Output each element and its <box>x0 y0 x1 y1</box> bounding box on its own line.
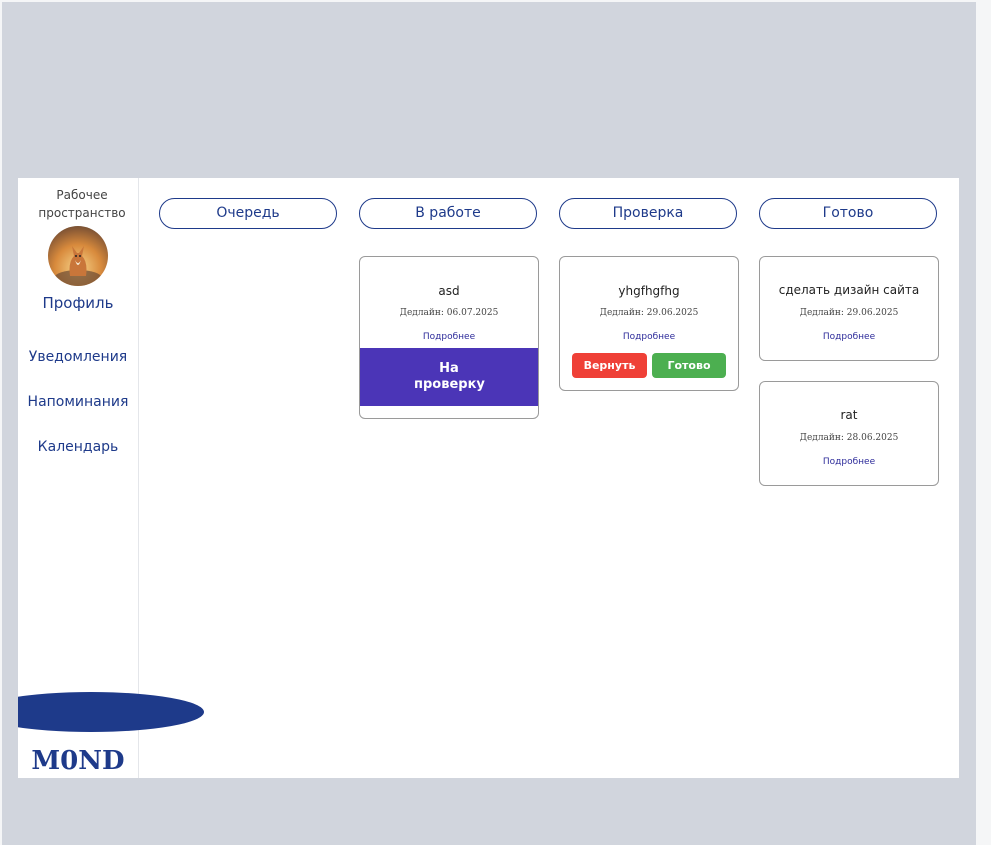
card-title: rat <box>840 408 858 422</box>
task-card-site-design[interactable]: сделать дизайн сайта Дедлайн: 29.06.2025… <box>759 256 939 361</box>
card-details-link[interactable]: Подробнее <box>560 332 738 342</box>
task-card-yhgfhgfhg[interactable]: yhgfhgfhg Дедлайн: 29.06.2025 Подробнее … <box>559 256 739 391</box>
sidebar: Рабочее пространство Профиль Уведомления… <box>18 178 139 778</box>
column-header-in-progress[interactable]: В работе <box>359 198 537 229</box>
fox-avatar-icon <box>54 246 102 286</box>
card-title: asd <box>438 284 460 298</box>
app-window: Рабочее пространство Профиль Уведомления… <box>18 178 959 778</box>
nav-reminders[interactable]: Напоминания <box>18 394 138 410</box>
card-deadline: Дедлайн: 28.06.2025 <box>799 433 899 443</box>
logo: M0ND <box>31 746 125 776</box>
column-header-queue[interactable]: Очередь <box>159 198 337 229</box>
done-button[interactable]: Готово <box>652 353 726 378</box>
return-button[interactable]: Вернуть <box>572 353 647 378</box>
card-details-link[interactable]: Подробнее <box>760 457 938 467</box>
card-title: сделать дизайн сайта <box>778 283 920 297</box>
card-deadline: Дедлайн: 29.06.2025 <box>599 308 699 318</box>
decorative-blob <box>18 692 204 732</box>
send-to-review-button[interactable]: На проверку <box>360 348 538 406</box>
card-deadline: Дедлайн: 29.06.2025 <box>799 308 899 318</box>
card-details-link[interactable]: Подробнее <box>360 332 538 342</box>
workspace-title-line1: Рабочее <box>56 188 108 202</box>
card-deadline: Дедлайн: 06.07.2025 <box>399 308 499 318</box>
workspace-title: Рабочее пространство <box>18 186 146 222</box>
send-to-review-label: На проверку <box>414 361 485 392</box>
card-title: yhgfhgfhg <box>618 284 680 298</box>
nav-notifications[interactable]: Уведомления <box>18 349 138 365</box>
workspace-title-line2: пространство <box>38 206 126 220</box>
card-details-link[interactable]: Подробнее <box>760 332 938 342</box>
profile-link[interactable]: Профиль <box>18 294 138 312</box>
column-header-review[interactable]: Проверка <box>559 198 737 229</box>
nav-calendar[interactable]: Календарь <box>18 439 138 455</box>
avatar[interactable] <box>48 226 108 286</box>
column-header-done[interactable]: Готово <box>759 198 937 229</box>
task-card-asd[interactable]: asd Дедлайн: 06.07.2025 Подробнее На про… <box>359 256 539 419</box>
task-card-rat[interactable]: rat Дедлайн: 28.06.2025 Подробнее <box>759 381 939 486</box>
